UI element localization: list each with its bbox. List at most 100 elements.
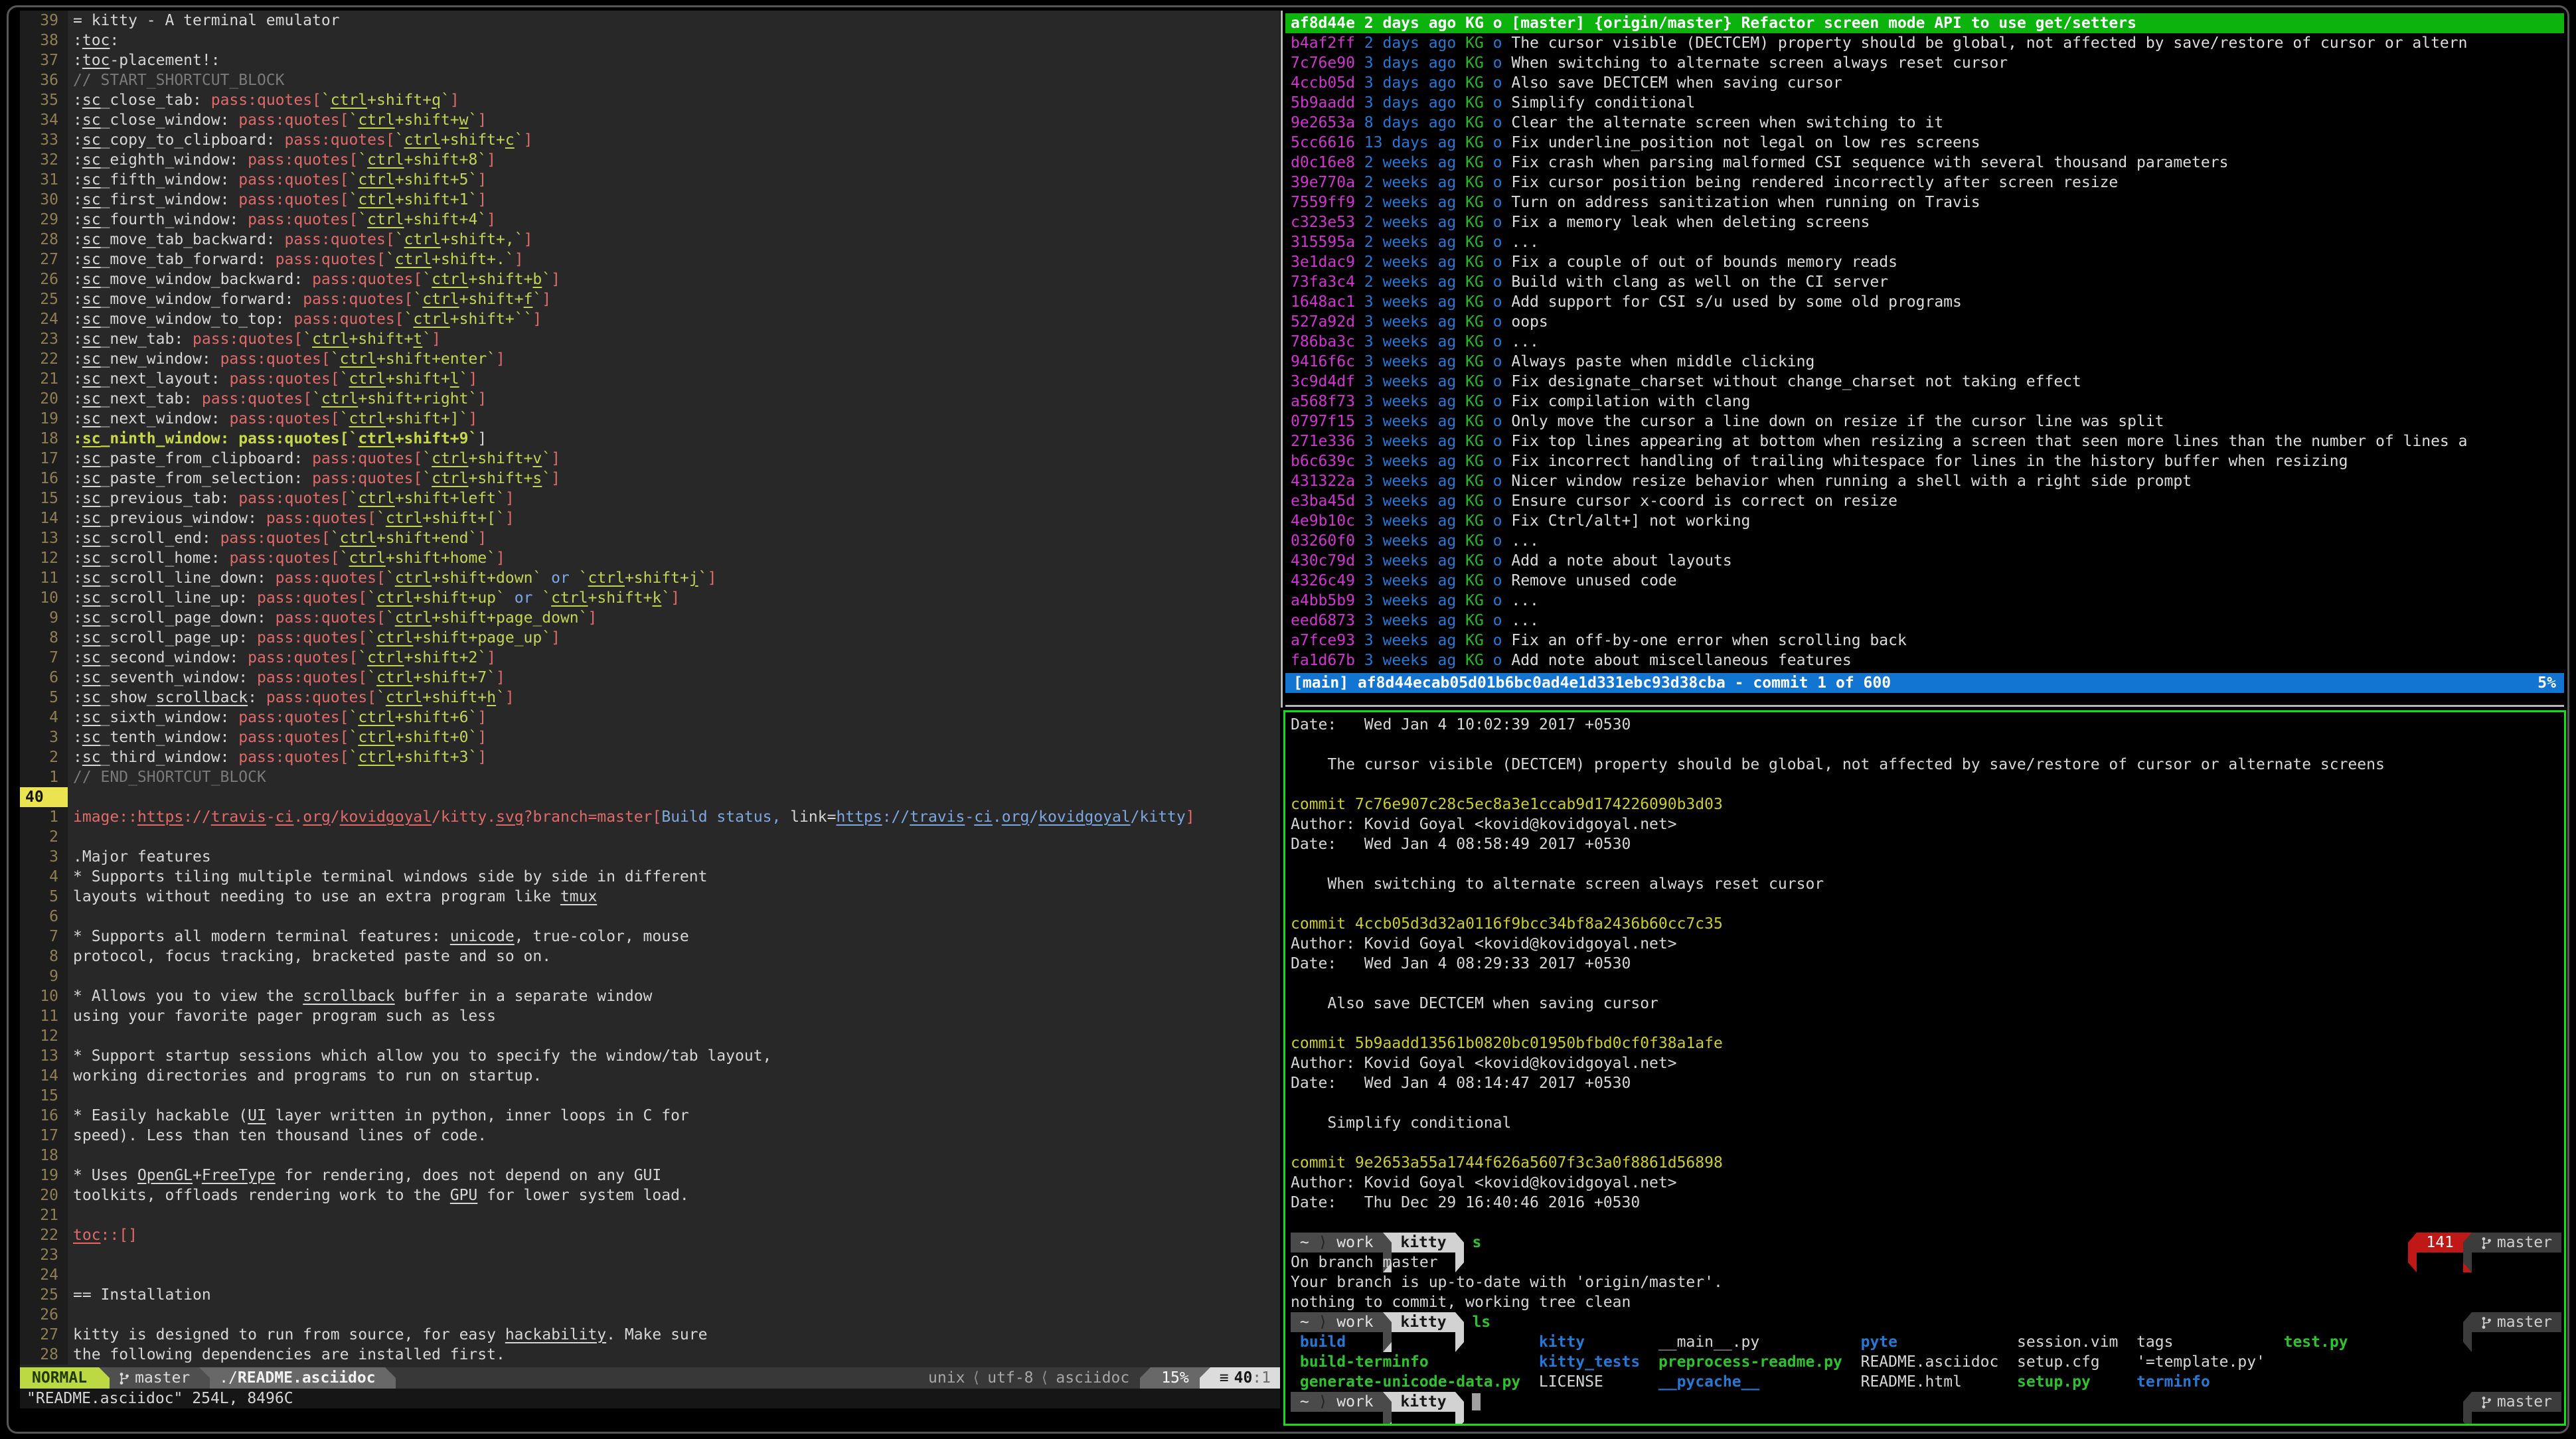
text-segment: Date: Wed Jan 4 10:02:39 2017 +0530 bbox=[1291, 715, 1631, 735]
commit-row[interactable]: 9e2653a 8 days ago KG o Clear the altern… bbox=[1285, 113, 2564, 133]
line-number: 23 bbox=[20, 329, 68, 349]
shell-prompt-row[interactable]: ~ ⟩ work kitty master bbox=[1285, 1392, 2564, 1412]
right-prompt: master bbox=[2463, 1392, 2561, 1412]
commit-row[interactable]: 3e1dac9 2 weeks ag KG o Fix a couple of … bbox=[1285, 252, 2564, 272]
graph-node-icon: o bbox=[1493, 531, 1512, 551]
file-format: unix bbox=[928, 1369, 965, 1387]
text-segment: ` bbox=[358, 649, 367, 666]
vim-line: 4* Supports tiling multiple terminal win… bbox=[20, 867, 1280, 887]
commit-author: KG bbox=[1465, 113, 1493, 133]
commit-author: KG bbox=[1465, 631, 1493, 650]
vim-line: 21 bbox=[20, 1205, 1280, 1225]
commit-date: 8 days ago bbox=[1364, 113, 1465, 133]
commit-row[interactable]: 430c79d 3 weeks ag KG o Add a note about… bbox=[1285, 551, 2564, 571]
text-segment: +shift+page_up` bbox=[413, 629, 551, 646]
commit-row[interactable]: a568f73 3 weeks ag KG o Fix compilation … bbox=[1285, 392, 2564, 412]
commit-author: KG bbox=[1465, 93, 1493, 113]
text-segment bbox=[1291, 1372, 1300, 1392]
text-segment: : bbox=[73, 510, 82, 527]
vim-line-text: :sc_third_window: pass:quotes[`ctrl+shif… bbox=[68, 747, 487, 767]
commit-row[interactable]: e3ba45d 3 weeks ag KG o Ensure cursor x-… bbox=[1285, 491, 2564, 511]
text-segment: ` bbox=[542, 271, 551, 288]
commit-row[interactable]: 431322a 3 weeks ag KG o Nicer window res… bbox=[1285, 471, 2564, 491]
vim-line: 37:toc-placement!: bbox=[20, 50, 1280, 70]
tig-history-pane[interactable]: af8d44e 2 days ago KG o [master] {origin… bbox=[1285, 11, 2564, 693]
text-segment: sc bbox=[82, 729, 101, 746]
commit-author: KG bbox=[1465, 13, 1493, 33]
commit-row[interactable]: 9416f6c 3 weeks ag KG o Always paste whe… bbox=[1285, 352, 2564, 372]
commit-row[interactable]: 315595a 2 weeks ag KG o ... bbox=[1285, 232, 2564, 252]
commit-row[interactable]: b4af2ff 2 days ago KG o The cursor visib… bbox=[1285, 33, 2564, 53]
shell-prompt-row[interactable]: ~ ⟩ work kitty s141master bbox=[1285, 1233, 2564, 1252]
pane-separator-vertical[interactable] bbox=[1281, 11, 1283, 708]
commit-row[interactable]: 73fa3c4 2 weeks ag KG o Build with clang… bbox=[1285, 272, 2564, 292]
vim-line: 7* Supports all modern terminal features… bbox=[20, 927, 1280, 947]
vim-line-text: :sc_first_window: pass:quotes[`ctrl+shif… bbox=[68, 190, 487, 210]
text-segment: https bbox=[137, 808, 183, 826]
screen: { "vim": { "lines": [ {"n":"39","s":[["=… bbox=[0, 0, 2576, 1439]
line-number: 10 bbox=[20, 588, 68, 608]
text-segment: ` bbox=[349, 490, 358, 507]
cursor-position: ≡40:1 bbox=[1210, 1367, 1280, 1389]
commit-row[interactable]: 7c76e90 3 days ago KG o When switching t… bbox=[1285, 53, 2564, 73]
text-segment: +shift+,` bbox=[441, 231, 524, 248]
commit-row[interactable]: 5b9aadd 3 days ago KG o Simplify conditi… bbox=[1285, 93, 2564, 113]
commit-row[interactable]: 1648ac1 3 weeks ag KG o Add support for … bbox=[1285, 292, 2564, 312]
text-segment: ctrl bbox=[358, 749, 394, 766]
commit-row[interactable]: 7559ff9 2 weeks ag KG o Turn on address … bbox=[1285, 192, 2564, 212]
commit-hash: 4326c49 bbox=[1291, 571, 1364, 591]
text-segment: sc bbox=[82, 251, 101, 268]
commit-row[interactable]: 5cc6616 13 days ag KG o Fix underline_po… bbox=[1285, 133, 2564, 153]
text-segment: ` bbox=[542, 589, 551, 607]
vim-line-text: :sc_scroll_line_down: pass:quotes[`ctrl+… bbox=[68, 568, 716, 588]
text-segment: ` bbox=[422, 470, 432, 487]
commit-message: ... bbox=[1511, 611, 1539, 631]
commit-row[interactable]: af8d44e 2 days ago KG o [master] {origin… bbox=[1285, 13, 2564, 33]
commit-row[interactable]: 786ba3c 3 weeks ag KG o ... bbox=[1285, 332, 2564, 352]
text-segment: / bbox=[1029, 808, 1038, 826]
text-segment: q bbox=[432, 92, 441, 109]
commit-row[interactable]: 4ccb05d 3 days ago KG o Also save DECTCE… bbox=[1285, 73, 2564, 93]
text-segment: ` bbox=[358, 151, 367, 169]
commit-row[interactable]: c323e53 2 weeks ag KG o Fix a memory lea… bbox=[1285, 212, 2564, 232]
commit-row[interactable]: 4326c49 3 weeks ag KG o Remove unused co… bbox=[1285, 571, 2564, 591]
text-segment: sc bbox=[82, 649, 101, 666]
text-segment: commit 5b9aadd13561b0820bc01950bfbd0cf0f… bbox=[1291, 1033, 1723, 1053]
commit-row[interactable]: 39e770a 2 weeks ag KG o Fix cursor posit… bbox=[1285, 173, 2564, 192]
vim-editor-pane[interactable]: 39= kitty - A terminal emulator38:toc:37… bbox=[20, 11, 1280, 1408]
commit-message: Clear the alternate screen when switchin… bbox=[1511, 113, 1943, 133]
commit-author: KG bbox=[1465, 412, 1493, 431]
commit-row[interactable]: 03260f0 3 weeks ag KG o ... bbox=[1285, 531, 2564, 551]
pane-separator-horizontal[interactable] bbox=[1285, 705, 2564, 707]
commit-row[interactable]: 3c9d4df 3 weeks ag KG o Fix designate_ch… bbox=[1285, 372, 2564, 392]
text-segment: ` bbox=[395, 231, 404, 248]
shell-line: Author: Kovid Goyal <kovid@kovidgoyal.ne… bbox=[1285, 1053, 2564, 1073]
shell-prompt-row[interactable]: ~ ⟩ work kitty lsmaster bbox=[1285, 1312, 2564, 1332]
commit-row[interactable]: 527a92d 3 weeks ag KG o oops bbox=[1285, 312, 2564, 332]
commit-row[interactable]: d0c16e8 2 weeks ag KG o Fix crash when p… bbox=[1285, 153, 2564, 173]
commit-row[interactable]: 0797f15 3 weeks ag KG o Only move the cu… bbox=[1285, 412, 2564, 431]
text-segment: : bbox=[73, 231, 82, 248]
commit-row[interactable]: 4e9b10c 3 weeks ag KG o Fix Ctrl/alt+] n… bbox=[1285, 511, 2564, 531]
text-segment: : bbox=[73, 370, 82, 388]
commit-row[interactable]: 271e336 3 weeks ag KG o Fix top lines ap… bbox=[1285, 431, 2564, 451]
shell-line bbox=[1285, 1213, 2564, 1233]
shell-pane[interactable]: Date: Wed Jan 4 10:02:39 2017 +0530 The … bbox=[1283, 710, 2566, 1426]
commit-row[interactable]: a7fce93 3 weeks ag KG o Fix an off-by-on… bbox=[1285, 631, 2564, 650]
text-segment: +shift+home` bbox=[386, 550, 496, 567]
git-branch-icon bbox=[2481, 1396, 2492, 1409]
commit-row[interactable]: eed6873 3 weeks ag KG o ... bbox=[1285, 611, 2564, 631]
commit-message: Turn on address sanitization when runnin… bbox=[1511, 192, 1980, 212]
shell-line: Simplify conditional bbox=[1285, 1113, 2564, 1133]
text-segment: pass:quotes[ bbox=[229, 370, 339, 388]
commit-message: Always paste when middle clicking bbox=[1511, 352, 1814, 372]
line-number: 11 bbox=[20, 1006, 68, 1026]
commit-row[interactable]: b6c639c 3 weeks ag KG o Fix incorrect ha… bbox=[1285, 451, 2564, 471]
vim-line-text: :sc_copy_to_clipboard: pass:quotes[`ctrl… bbox=[68, 130, 532, 150]
terminal-cursor[interactable] bbox=[1472, 1393, 1481, 1410]
text-segment: pass:quotes[ bbox=[285, 231, 395, 248]
graph-node-icon: o bbox=[1493, 153, 1512, 173]
text-segment: ` bbox=[386, 251, 395, 268]
commit-row[interactable]: fa1d67b 3 weeks ag KG o Add note about m… bbox=[1285, 650, 2564, 670]
commit-row[interactable]: a4bb5b9 3 weeks ag KG o ... bbox=[1285, 591, 2564, 611]
